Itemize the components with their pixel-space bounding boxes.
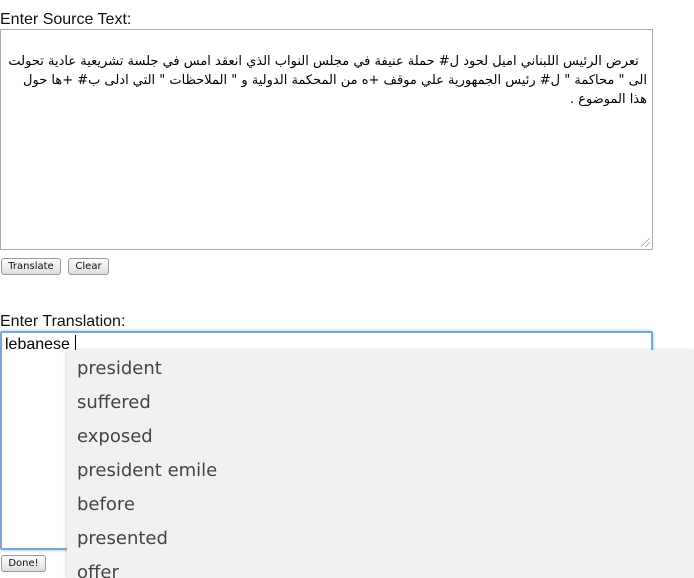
suggestion-item[interactable]: suffered: [67, 386, 694, 420]
suggestion-item[interactable]: before: [67, 488, 694, 522]
clear-button[interactable]: Clear: [68, 258, 109, 275]
translate-button[interactable]: Translate: [1, 258, 61, 275]
source-text-label: Enter Source Text:: [0, 11, 132, 28]
autocomplete-dropdown: president suffered exposed president emi…: [67, 350, 694, 578]
suggestion-item[interactable]: presented: [67, 522, 694, 556]
suggestion-item[interactable]: president: [67, 352, 694, 386]
done-button[interactable]: Done!: [1, 555, 46, 572]
source-text-area[interactable]: تعرض الرئيس اللبناني اميل لحود ل# حملة ع…: [0, 29, 653, 250]
suggestion-item[interactable]: offer: [67, 556, 694, 578]
suggestion-item[interactable]: exposed: [67, 420, 694, 454]
translation-label: Enter Translation:: [0, 313, 126, 330]
suggestion-item[interactable]: president emile: [67, 454, 694, 488]
source-text-content: تعرض الرئيس اللبناني اميل لحود ل# حملة ع…: [4, 54, 647, 107]
translation-input-text: lebanese: [5, 336, 70, 353]
resize-grip-icon[interactable]: [641, 238, 650, 247]
